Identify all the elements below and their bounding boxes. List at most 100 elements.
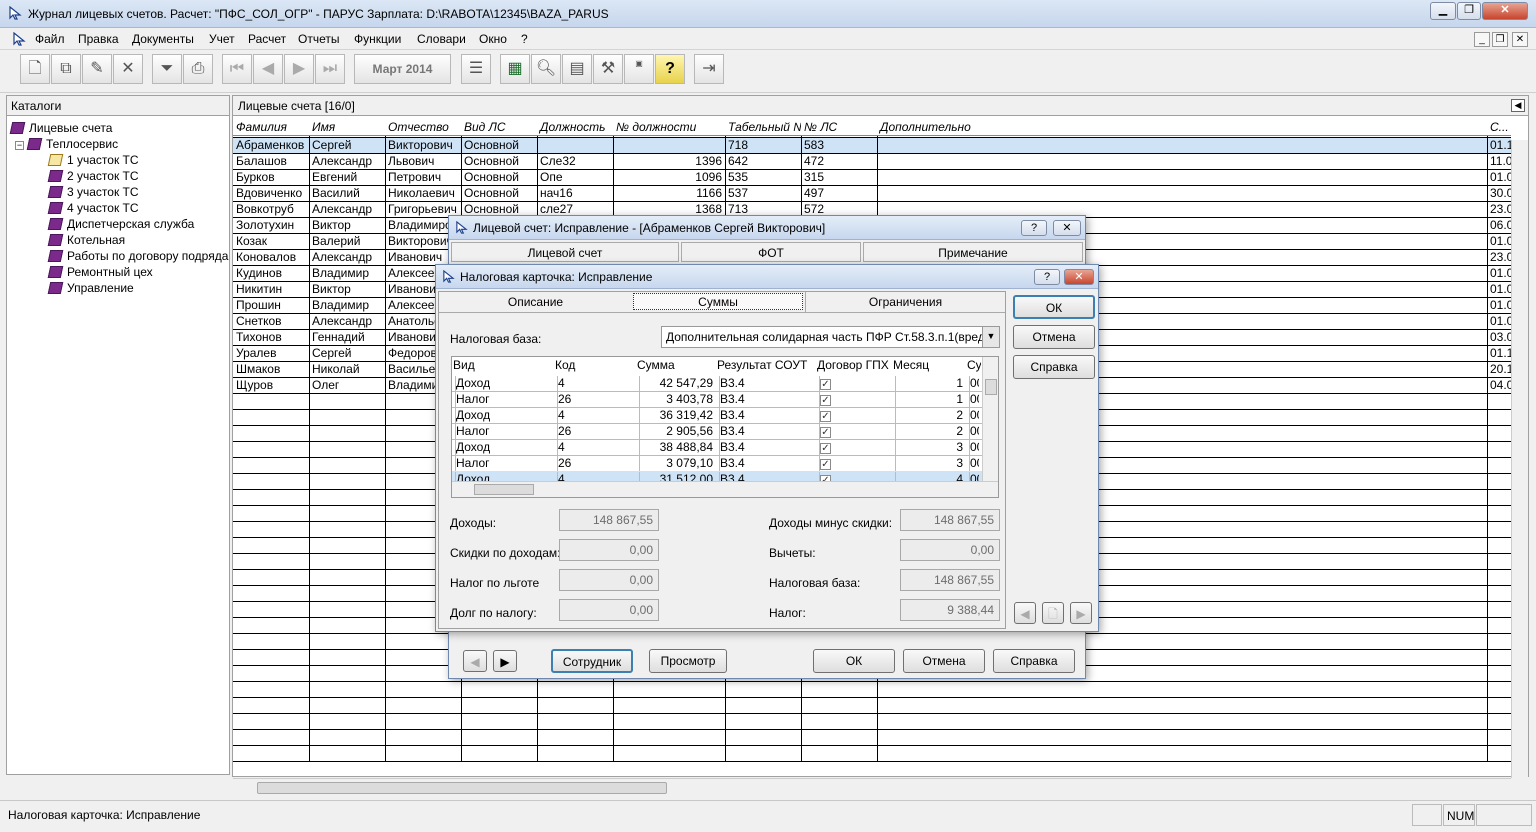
next-record-icon[interactable]: ▶ <box>284 54 314 84</box>
horizontal-scrollbar[interactable] <box>233 778 1511 796</box>
table-cell[interactable] <box>877 186 1487 202</box>
calculator-icon[interactable]: ▦ <box>500 54 530 84</box>
tax-base-select[interactable]: Дополнительная солидарная часть ПФР Ст.5… <box>661 326 1000 348</box>
table-cell[interactable]: Опе <box>537 170 613 186</box>
checkbox[interactable]: ✓ <box>820 395 831 406</box>
table-cell[interactable]: 1 <box>895 392 963 408</box>
table-cell[interactable]: Основной <box>461 186 537 202</box>
column-header[interactable]: Имя <box>309 118 385 136</box>
table-cell[interactable]: 2 <box>895 408 963 424</box>
table-cell[interactable]: 00 <box>969 376 979 392</box>
menu-help[interactable]: ? <box>521 32 528 46</box>
table-cell[interactable]: Балашов <box>233 154 309 170</box>
tab-description[interactable]: Описание <box>439 292 632 312</box>
tab-limits[interactable]: Ограничения <box>805 292 1005 312</box>
first-record-icon[interactable]: ⏮ <box>222 54 252 84</box>
tab-note[interactable]: Примечание <box>863 242 1083 262</box>
column-header[interactable]: Су <box>967 358 981 374</box>
table-cell[interactable]: ✓ <box>819 408 889 424</box>
table-cell[interactable]: Геннадий <box>309 330 385 346</box>
table-cell[interactable]: 718 <box>725 138 801 154</box>
table-cell[interactable]: Вовкотруб <box>233 202 309 218</box>
table-cell[interactable]: Золотухин <box>233 218 309 234</box>
table-cell[interactable]: Евгений <box>309 170 385 186</box>
last-record-icon[interactable]: ⏭ <box>315 54 345 84</box>
table-cell[interactable]: Снетков <box>233 314 309 330</box>
tools-icon[interactable]: ⚒ <box>593 54 623 84</box>
vertical-scrollbar[interactable] <box>982 357 998 481</box>
table-cell[interactable]: 04.0 <box>1487 378 1511 394</box>
delete-icon[interactable]: ✕ <box>113 54 143 84</box>
table-cell[interactable]: 00 <box>969 392 979 408</box>
copy-document-icon[interactable]: ⧉ <box>51 54 81 84</box>
table-cell[interactable]: ✓ <box>819 424 889 440</box>
table-cell[interactable]: 4 <box>557 408 633 424</box>
table-cell[interactable]: Александр <box>309 154 385 170</box>
table-cell[interactable]: Кудинов <box>233 266 309 282</box>
period-button[interactable]: Март 2014 <box>354 54 451 84</box>
new-card-icon[interactable]: 🗋 <box>1042 602 1064 624</box>
prev-employee-icon[interactable]: ◀ <box>463 650 487 672</box>
table-cell[interactable]: Николай <box>309 362 385 378</box>
table-cell[interactable]: 642 <box>725 154 801 170</box>
tab-fot[interactable]: ФОТ <box>681 242 861 262</box>
prev-card-icon[interactable]: ◀ <box>1014 602 1036 624</box>
table-cell[interactable]: 38 488,84 <box>639 440 713 456</box>
table-cell[interactable]: 03.0 <box>1487 330 1511 346</box>
table-cell[interactable]: В3.4 <box>719 376 813 392</box>
table-cell[interactable]: Основной <box>461 170 537 186</box>
table-cell[interactable]: 00 <box>969 456 979 472</box>
table-cell[interactable]: 1096 <box>613 170 725 186</box>
menu-dictionaries[interactable]: Словари <box>417 32 466 46</box>
dialog-help-icon[interactable]: ? <box>1021 220 1047 236</box>
table-cell[interactable]: Бурков <box>233 170 309 186</box>
table-cell[interactable]: Шмаков <box>233 362 309 378</box>
table-cell[interactable]: Щуров <box>233 378 309 394</box>
table-cell[interactable]: 42 547,29 <box>639 376 713 392</box>
table-cell[interactable]: 2 905,56 <box>639 424 713 440</box>
table-cell[interactable]: Вдовиченко <box>233 186 309 202</box>
tree-item[interactable]: Котельная <box>47 232 125 248</box>
checkbox[interactable]: ✓ <box>820 427 831 438</box>
table-cell[interactable]: 36 319,42 <box>639 408 713 424</box>
dialog-close-icon[interactable]: ✕ <box>1053 220 1081 236</box>
table-cell[interactable] <box>537 138 613 154</box>
menu-window[interactable]: Окно <box>479 32 507 46</box>
table-cell[interactable]: Владимир <box>309 266 385 282</box>
table-cell[interactable]: Олег <box>309 378 385 394</box>
exit-icon[interactable]: ⇥ <box>694 54 724 84</box>
table-cell[interactable]: 01.1 <box>1487 346 1511 362</box>
column-header[interactable]: Вид <box>453 358 553 374</box>
table-cell[interactable]: 01.1 <box>1487 138 1511 154</box>
close-button[interactable]: ✕ <box>1482 2 1528 20</box>
column-header[interactable]: Вид ЛС <box>461 118 537 136</box>
checkbox[interactable]: ✓ <box>820 379 831 390</box>
table-cell[interactable]: Александр <box>309 250 385 266</box>
tax-ok-button[interactable]: ОК <box>1013 295 1095 319</box>
column-header[interactable]: Результат СОУТ <box>717 358 815 374</box>
table-cell[interactable]: Основной <box>461 154 537 170</box>
table-cell[interactable]: ✓ <box>819 376 889 392</box>
table-cell[interactable]: В3.4 <box>719 440 813 456</box>
column-header[interactable]: Должность <box>537 118 613 136</box>
mdi-restore-button[interactable]: ❐ <box>1492 32 1508 47</box>
column-header[interactable]: Договор ГПХ <box>817 358 891 374</box>
table-cell[interactable]: Александр <box>309 314 385 330</box>
table-cell[interactable]: Козак <box>233 234 309 250</box>
table-cell[interactable]: 00 <box>969 424 979 440</box>
horizontal-scrollbar[interactable] <box>452 481 998 497</box>
tree-item[interactable]: Ремонтный цех <box>47 264 153 280</box>
table-cell[interactable]: Владимир <box>309 298 385 314</box>
table-cell[interactable]: 01.0 <box>1487 170 1511 186</box>
table-cell[interactable]: 1 <box>895 376 963 392</box>
help-icon[interactable]: ? <box>655 54 685 84</box>
column-header[interactable]: № должности <box>613 118 725 136</box>
table-cell[interactable]: 3 079,10 <box>639 456 713 472</box>
table-cell[interactable]: Виктор <box>309 282 385 298</box>
tab-account[interactable]: Лицевой счет <box>451 242 679 262</box>
table-cell[interactable]: ✓ <box>819 440 889 456</box>
tree-item[interactable]: 4 участок ТС <box>47 200 139 216</box>
account-cancel-button[interactable]: Отмена <box>903 649 985 673</box>
table-cell[interactable]: Налог <box>455 424 551 440</box>
table-cell[interactable]: 497 <box>801 186 877 202</box>
